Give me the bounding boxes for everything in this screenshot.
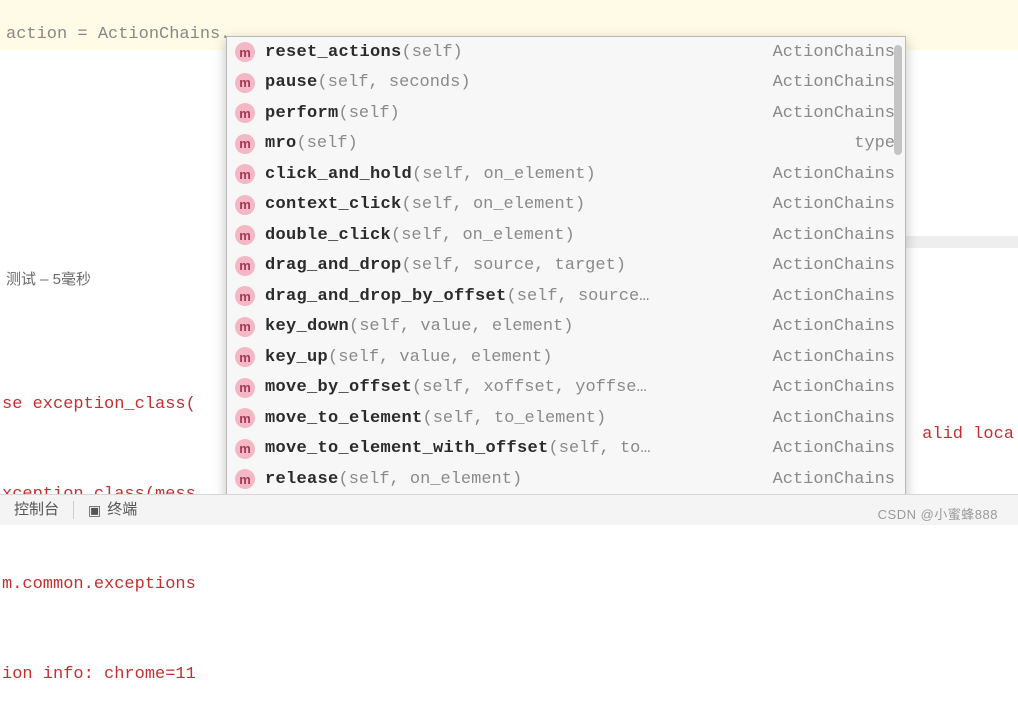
method-params: (self, source, target)	[402, 256, 626, 275]
tab-terminal[interactable]: ▣ 终端	[74, 495, 151, 525]
autocomplete-item-pause[interactable]: mpause(self, seconds) ActionChains	[227, 68, 905, 99]
method-params: (self)	[402, 43, 463, 62]
return-type: ActionChains	[773, 165, 895, 184]
method-icon: m	[235, 286, 255, 306]
tab-label: 终端	[107, 495, 137, 525]
method-name: reset_actions	[265, 43, 402, 62]
method-name: move_to_element_with_offset	[265, 439, 549, 458]
method-name: drag_and_drop	[265, 256, 402, 275]
return-type: ActionChains	[773, 104, 895, 123]
method-params: (self, on_element)	[391, 226, 575, 245]
error-line: ion info: chrome=11	[2, 660, 226, 690]
error-line: m.common.exceptions	[2, 570, 226, 600]
error-line: se exception_class(	[2, 390, 226, 420]
autocomplete-item-double_click[interactable]: m double_click(self, on_element) ActionCha…	[227, 220, 905, 251]
autocomplete-item-context_click[interactable]: m context_click(self, on_element) ActionCh…	[227, 190, 905, 221]
method-params: (self, to…	[549, 439, 651, 458]
method-name: mro	[265, 134, 297, 153]
method-params: (self, value, element)	[328, 348, 552, 367]
autocomplete-item-key_down[interactable]: m key_down(self, value, element) ActionCha…	[227, 312, 905, 343]
bottom-toolbar: 控制台 ▣ 终端	[0, 494, 1018, 525]
console-error-right: alid loca	[922, 420, 1014, 450]
return-type: ActionChains	[773, 43, 895, 62]
method-params: (self, on_element)	[412, 165, 596, 184]
method-icon: m	[235, 42, 255, 62]
return-type: ActionChains	[773, 73, 895, 92]
method-name: drag_and_drop_by_offset	[265, 287, 507, 306]
code-line-1	[6, 2, 1012, 24]
autocomplete-item-drag_and_drop_by_offset[interactable]: m drag_and_drop_by_offset(self, source… Ac…	[227, 281, 905, 312]
test-status-text: 测试 – 5毫秒	[0, 270, 230, 290]
method-icon: m	[235, 134, 255, 154]
return-type: ActionChains	[773, 317, 895, 336]
method-name: pause	[265, 73, 318, 92]
method-params: (self, to_element)	[423, 409, 607, 428]
decoration-strip	[904, 236, 1018, 248]
method-icon: m	[235, 225, 255, 245]
autocomplete-list[interactable]: mreset_actions(self)ActionChainsmpause(s…	[227, 37, 905, 503]
method-params: (self, value, element)	[349, 317, 573, 336]
scrollbar-thumb[interactable]	[894, 45, 902, 155]
method-icon: m	[235, 256, 255, 276]
method-params: (self)	[339, 104, 400, 123]
tab-label: 控制台	[14, 495, 59, 525]
method-icon: m	[235, 317, 255, 337]
method-name: key_up	[265, 348, 328, 367]
autocomplete-item-move_by_offset[interactable]: m move_by_offset(self, xoffset, yoffse… Ac…	[227, 373, 905, 404]
tab-console[interactable]: 控制台	[0, 495, 73, 525]
method-params: (self)	[297, 134, 358, 153]
method-params: (self, seconds)	[318, 73, 471, 92]
method-icon: m	[235, 73, 255, 93]
watermark-text: CSDN @小蜜蜂888	[878, 508, 998, 521]
method-icon: m	[235, 439, 255, 459]
autocomplete-popup[interactable]: mreset_actions(self)ActionChainsmpause(s…	[226, 36, 906, 504]
terminal-icon: ▣	[88, 495, 101, 525]
autocomplete-item-perform[interactable]: m perform(self) ActionChains	[227, 98, 905, 129]
autocomplete-item-key_up[interactable]: m key_up(self, value, element) ActionChain…	[227, 342, 905, 373]
autocomplete-item-click_and_hold[interactable]: m click_and_hold(self, on_element) ActionC…	[227, 159, 905, 190]
return-type: type	[854, 134, 895, 153]
return-type: ActionChains	[773, 439, 895, 458]
return-type: ActionChains	[773, 195, 895, 214]
method-icon: m	[235, 378, 255, 398]
method-name: move_to_element	[265, 409, 423, 428]
autocomplete-hint	[226, 475, 914, 493]
autocomplete-item-move_to_element[interactable]: m move_to_element(self, to_element) Action…	[227, 403, 905, 434]
method-params: (self, source…	[507, 287, 650, 306]
method-icon: m	[235, 408, 255, 428]
method-params: (self, xoffset, yoffse…	[412, 378, 647, 397]
return-type: ActionChains	[773, 348, 895, 367]
method-icon: m	[235, 195, 255, 215]
method-name: key_down	[265, 317, 349, 336]
autocomplete-item-mro[interactable]: mmro(self) type	[227, 129, 905, 160]
return-type: ActionChains	[773, 287, 895, 306]
autocomplete-item-move_to_element_with_offset[interactable]: m move_to_element_with_offset(self, to… Ac…	[227, 434, 905, 465]
console-error-snippet: se exception_class( xception_class(mess …	[0, 330, 226, 720]
autocomplete-item-drag_and_drop[interactable]: m drag_and_drop(self, source, target) Acti…	[227, 251, 905, 282]
method-name: context_click	[265, 195, 402, 214]
method-icon: m	[235, 103, 255, 123]
return-type: ActionChains	[773, 409, 895, 428]
method-name: click_and_hold	[265, 165, 412, 184]
return-type: ActionChains	[773, 378, 895, 397]
method-name: move_by_offset	[265, 378, 412, 397]
return-type: ActionChains	[773, 226, 895, 245]
method-icon: m	[235, 164, 255, 184]
method-name: double_click	[265, 226, 391, 245]
method-params: (self, on_element)	[402, 195, 586, 214]
method-name: perform	[265, 104, 339, 123]
method-icon: m	[235, 347, 255, 367]
return-type: ActionChains	[773, 256, 895, 275]
autocomplete-item-reset_actions[interactable]: m reset_actions(self) ActionChains	[227, 37, 905, 68]
